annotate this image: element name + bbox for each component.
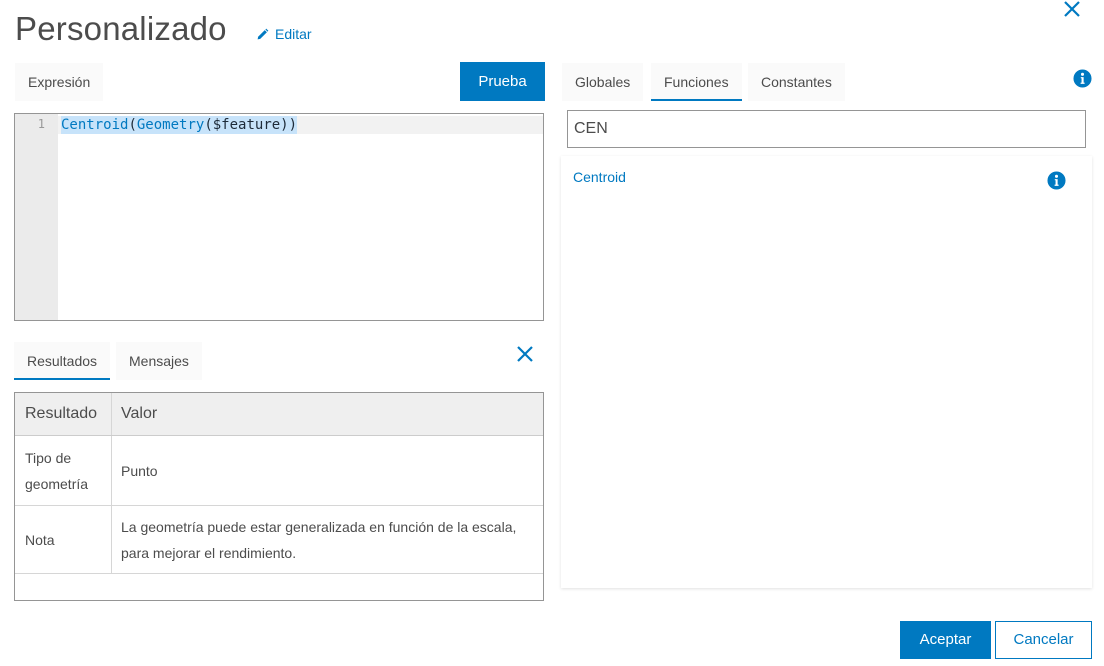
table-row: Tipo de geometría Punto	[15, 436, 543, 506]
line-number: 1	[37, 117, 45, 131]
test-button[interactable]: Prueba	[460, 62, 545, 101]
line-gutter: 1	[15, 114, 58, 320]
row-value-cell: Punto	[121, 462, 158, 479]
function-search-input[interactable]	[567, 110, 1086, 148]
code-token-function: Geometry	[136, 117, 205, 133]
code-token-paren: (	[128, 117, 137, 133]
results-table: Resultado Valor Tipo de geometría Punto …	[14, 392, 544, 601]
function-list: Centroid	[561, 156, 1092, 588]
info-icon[interactable]	[1073, 69, 1092, 88]
tab-globals[interactable]: Globales	[562, 63, 644, 101]
edit-label: Editar	[275, 26, 312, 42]
pencil-icon	[257, 28, 269, 39]
function-item-centroid[interactable]: Centroid	[573, 169, 626, 185]
close-dialog-icon[interactable]	[1061, 0, 1083, 20]
column-header-value: Valor	[121, 405, 158, 422]
edit-title-link[interactable]: Editar	[256, 26, 312, 42]
code-editor[interactable]: 1 Centroid(Geometry($feature))	[14, 113, 544, 321]
tab-messages[interactable]: Mensajes	[116, 342, 202, 380]
table-row: Nota La geometría puede estar generaliza…	[15, 506, 543, 574]
code-line[interactable]: Centroid(Geometry($feature))	[61, 116, 298, 134]
row-value-cell: La geometría puede estar generalizada en…	[121, 518, 517, 561]
tab-results[interactable]: Resultados	[14, 342, 111, 380]
info-icon[interactable]	[1047, 171, 1066, 190]
code-token-args: ($feature))	[204, 117, 298, 133]
tab-expression[interactable]: Expresión	[15, 63, 104, 101]
row-result-cell: Tipo de geometría	[15, 436, 112, 505]
cancel-button[interactable]: Cancelar	[995, 621, 1092, 659]
column-header-result: Resultado	[15, 393, 112, 435]
code-token-function: Centroid	[61, 117, 129, 133]
tab-constants[interactable]: Constantes	[748, 63, 845, 101]
row-result-cell: Nota	[15, 506, 112, 573]
tab-functions[interactable]: Funciones	[651, 63, 742, 101]
table-header: Resultado Valor	[15, 393, 543, 436]
accept-button[interactable]: Aceptar	[900, 621, 991, 659]
page-title: Personalizado	[15, 10, 227, 47]
close-results-icon[interactable]	[514, 343, 536, 365]
